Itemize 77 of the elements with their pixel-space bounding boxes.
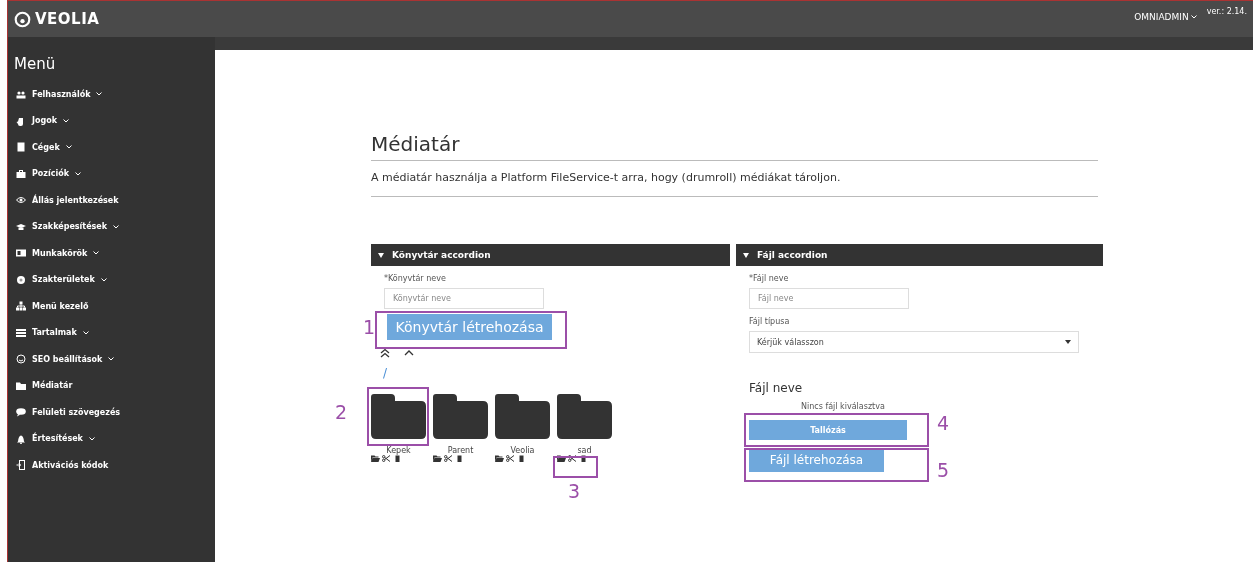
sidebar-item[interactable]: Tartalmak: [8, 319, 215, 346]
sidebar-item[interactable]: SEO beállítások: [8, 346, 215, 373]
logo-icon: [14, 10, 31, 28]
scissors-icon[interactable]: [568, 455, 577, 462]
page-description: A médiatár használja a Platform FileService-t arra, hogy (drumroll) médiákat tároljon.: [371, 161, 1098, 197]
accordion-header[interactable]: Könyvtár accordion: [371, 244, 730, 266]
double-chevron-up-icon[interactable]: [379, 348, 391, 358]
sidebar-item[interactable]: Szakterületek: [8, 266, 215, 293]
file-status-text: Nincs fájl kiválasztva: [801, 402, 885, 411]
annotation-number: 5: [937, 461, 950, 480]
input-field[interactable]: Fájl neve: [749, 288, 909, 309]
chevron-down-icon: [1190, 15, 1197, 19]
folder-icon[interactable]: [495, 455, 504, 462]
input-field[interactable]: Könyvtár neve: [384, 288, 544, 309]
smiley-icon: [16, 354, 26, 365]
scissors-icon[interactable]: [382, 455, 391, 462]
annotation-number: 2: [335, 403, 348, 422]
annotation-number: 1: [363, 318, 376, 337]
path-link[interactable]: /: [383, 366, 388, 380]
chevron-up-icon[interactable]: [403, 348, 415, 358]
folder-icon[interactable]: [495, 394, 550, 439]
bell-icon: [16, 433, 26, 444]
sidebar-title: Menü: [14, 55, 57, 73]
eye-icon: [16, 195, 26, 206]
users-icon: [16, 89, 26, 100]
version-text: ver.: 2.14.: [1206, 7, 1247, 16]
section-heading: Fájl neve: [749, 381, 803, 395]
caret-down-icon: [1065, 340, 1071, 344]
sidebar-item[interactable]: Felületi szövegezés: [8, 399, 215, 426]
annotation-box: [367, 387, 429, 446]
folder-icon[interactable]: [433, 455, 442, 462]
sidebar-item[interactable]: Szakképesítések: [8, 213, 215, 240]
folder-icon[interactable]: [371, 394, 426, 439]
list-icon: [16, 327, 26, 338]
sidebar-item[interactable]: Munkakörök: [8, 240, 215, 267]
folder-name: Parent: [447, 446, 474, 455]
field-label: *Fájl neve: [749, 274, 789, 283]
sidebar-item[interactable]: Aktivációs kódok: [8, 452, 215, 479]
speech-bubble-icon: [16, 407, 26, 418]
sidebar-item[interactable]: Cégek: [8, 134, 215, 161]
sidebar-item[interactable]: Pozíciók: [8, 160, 215, 187]
logo-text: VEOLIA: [35, 10, 100, 28]
trash-icon[interactable]: [517, 455, 526, 462]
dot-icon: [16, 274, 26, 285]
annotation-number: 3: [568, 482, 581, 501]
folder-icon[interactable]: [557, 394, 612, 439]
folder-icon[interactable]: [557, 455, 566, 462]
annotation-number: 4: [937, 414, 950, 433]
annotation-box: [553, 456, 598, 478]
sidebar-item[interactable]: Értesítések: [8, 425, 215, 452]
sidebar-item[interactable]: Állás jelentkezések: [8, 187, 215, 214]
folder-name: Veolia: [510, 446, 535, 455]
sidebar-item[interactable]: Jogok: [8, 107, 215, 134]
trash-icon[interactable]: [393, 455, 402, 462]
folder-name: sad: [577, 446, 592, 455]
sidebar-item[interactable]: Médiatár: [8, 372, 215, 399]
trash-icon[interactable]: [579, 455, 588, 462]
sidebar-item[interactable]: Felhasználók: [8, 81, 215, 108]
sidebar-item[interactable]: Menü kezelő: [8, 293, 215, 320]
scissors-icon[interactable]: [506, 455, 515, 462]
folder-icon: [16, 380, 26, 391]
field-label: *Könyvtár neve: [384, 274, 446, 283]
building-icon: [16, 142, 26, 153]
sign-in-icon: [16, 460, 26, 471]
accordion-header[interactable]: Fájl accordion: [736, 244, 1103, 266]
folder-icon[interactable]: [371, 455, 380, 462]
trash-icon[interactable]: [455, 455, 464, 462]
field-label: Fájl típusa: [749, 317, 790, 326]
id-card-icon: [16, 248, 26, 259]
briefcase-icon: [16, 168, 26, 179]
folder-name: Kepek: [386, 446, 411, 455]
scissors-icon[interactable]: [444, 455, 453, 462]
user-menu[interactable]: OMNIADMIN: [1134, 12, 1197, 22]
sitemap-icon: [16, 301, 26, 312]
page-title: Médiatár: [371, 132, 1098, 161]
type-dropdown[interactable]: Kérjük válasszon: [749, 331, 1079, 353]
folder-icon[interactable]: [433, 394, 488, 439]
